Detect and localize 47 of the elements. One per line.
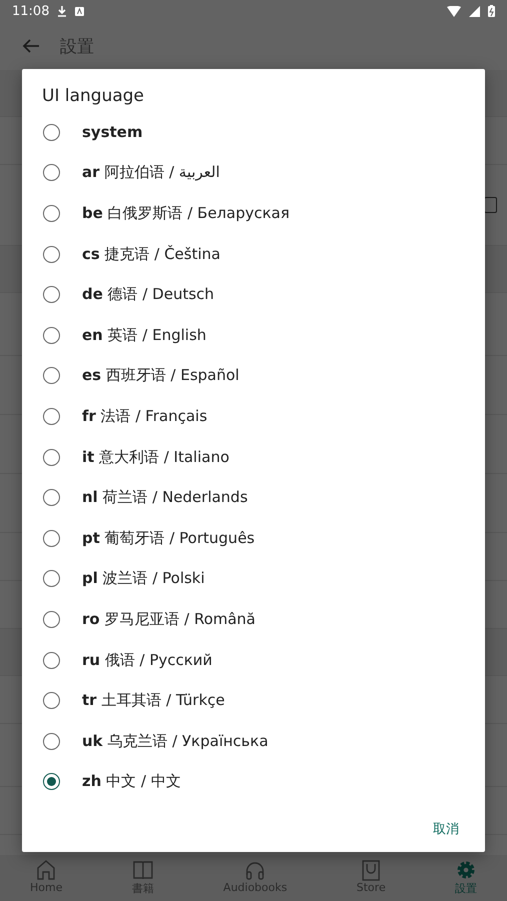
language-option[interactable]: zh 中文 / 中文: [22, 762, 485, 802]
language-option[interactable]: pt 葡萄牙语 / Português: [22, 518, 485, 559]
book-icon: [132, 859, 154, 881]
signal-icon: [469, 6, 480, 16]
language-option[interactable]: be 白俄罗斯语 / Беларуская: [22, 193, 485, 234]
dialog-title: UI language: [41, 85, 146, 108]
radio-button[interactable]: [43, 652, 60, 669]
radio-button[interactable]: [43, 326, 60, 344]
language-option[interactable]: es 西班牙语 / Español: [22, 356, 485, 396]
radio-button[interactable]: [43, 367, 60, 384]
language-option[interactable]: ro 罗马尼亚语 / Română: [22, 599, 485, 640]
language-option[interactable]: system: [22, 112, 485, 153]
radio-button[interactable]: [43, 732, 60, 750]
language-option[interactable]: ru 俄语 / Русский: [22, 640, 485, 680]
battery-icon: [488, 5, 495, 17]
cancel-button[interactable]: 取消: [433, 816, 459, 842]
notification-icon: [75, 6, 84, 16]
language-option[interactable]: fr 法语 / Français: [22, 396, 485, 437]
bag-icon: [360, 859, 382, 881]
home-icon: [35, 859, 58, 881]
radio-button[interactable]: [43, 124, 60, 141]
language-option[interactable]: nl 荷兰语 / Nederlands: [22, 477, 485, 518]
gear-icon: [455, 859, 477, 881]
language-option[interactable]: tr 土耳其语 / Türkçe: [22, 680, 485, 721]
wifi-icon: [447, 6, 461, 16]
radio-button[interactable]: [43, 246, 60, 263]
language-option[interactable]: cs 捷克语 / Čeština: [22, 234, 485, 274]
status-time: 11:08: [12, 4, 50, 18]
radio-button[interactable]: [43, 408, 60, 425]
radio-button[interactable]: [43, 530, 60, 547]
language-option[interactable]: en 英语 / English: [22, 314, 485, 356]
radio-button[interactable]: [43, 610, 60, 628]
radio-button[interactable]: [43, 286, 60, 304]
radio-button[interactable]: [43, 164, 60, 182]
language-option[interactable]: uk 乌克兰语 / Українська: [22, 720, 485, 762]
radio-button[interactable]: [43, 489, 60, 506]
download-icon: [57, 5, 68, 17]
language-option[interactable]: it 意大利语 / Italiano: [22, 436, 485, 478]
app-bar-title: 設置: [60, 36, 94, 58]
radio-button[interactable]: [43, 773, 60, 790]
radio-button[interactable]: [43, 448, 60, 466]
back-icon[interactable]: [22, 38, 40, 54]
radio-button[interactable]: [43, 204, 60, 222]
radio-button[interactable]: [43, 570, 60, 588]
language-option[interactable]: pl 波兰语 / Polski: [22, 558, 485, 600]
radio-button[interactable]: [43, 692, 60, 710]
language-option[interactable]: de 德语 / Deutsch: [22, 274, 485, 315]
